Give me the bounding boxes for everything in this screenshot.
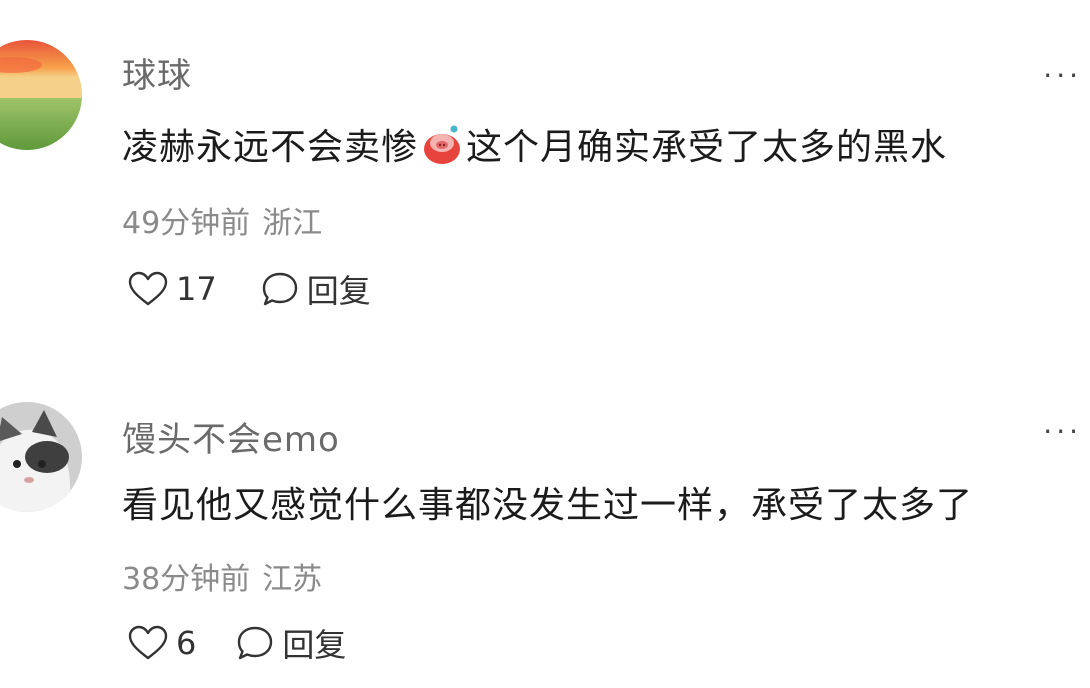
- pig-face-emoji-icon: [424, 125, 461, 164]
- reply-button[interactable]: 回复: [261, 266, 371, 312]
- like-button[interactable]: 17: [128, 270, 217, 308]
- reply-label: 回复: [282, 626, 347, 664]
- landscape-avatar-icon: [0, 40, 82, 150]
- like-count: 6: [176, 624, 197, 662]
- heart-icon: [128, 625, 168, 660]
- avatar[interactable]: [0, 40, 82, 150]
- reply-button[interactable]: 回复: [236, 620, 346, 666]
- like-button[interactable]: 6: [128, 624, 196, 662]
- comment-text: 凌赫永远不会卖惨 这个月确实承受了太多的黑水: [122, 118, 947, 170]
- more-options-button[interactable]: ···: [1043, 418, 1082, 446]
- location: 江苏: [262, 562, 323, 597]
- comment-actions: 17 回复: [128, 266, 371, 312]
- comment-text: 看见他又感觉什么事都没发生过一样，承受了太多了: [122, 476, 973, 528]
- avatar[interactable]: [0, 402, 82, 512]
- comment-meta: 49分钟前 浙江: [122, 198, 322, 242]
- comment-text-part: 凌赫永远不会卖惨: [122, 127, 419, 168]
- comment-item: 馒头不会emo ··· 看见他又感觉什么事都没发生过一样，承受了太多了 38分钟…: [0, 340, 1090, 688]
- comment-meta: 38分钟前 江苏: [122, 554, 322, 598]
- comment-text-part: 看见他又感觉什么事都没发生过一样，承受了太多了: [122, 485, 974, 526]
- comment-bubble-icon: [238, 626, 273, 660]
- comment-actions: 6 回复: [128, 620, 346, 666]
- comment-item: 球球 ··· 凌赫永远不会卖惨 这个月确实承受了太多的黑水 49分钟前 浙江 17…: [0, 0, 1090, 340]
- more-options-button[interactable]: ···: [1043, 62, 1082, 90]
- timestamp: 38分钟前: [122, 562, 251, 597]
- username[interactable]: 馒头不会emo: [122, 412, 340, 461]
- reply-label: 回复: [306, 272, 371, 310]
- username[interactable]: 球球: [122, 48, 192, 97]
- timestamp: 49分钟前: [122, 206, 251, 241]
- location: 浙江: [262, 206, 323, 241]
- comment-bubble-icon: [262, 272, 297, 306]
- heart-icon: [128, 271, 168, 306]
- cat-avatar-icon: [0, 402, 82, 512]
- like-count: 17: [176, 270, 217, 308]
- comment-text-part: 这个月确实承受了太多的黑水: [466, 127, 948, 168]
